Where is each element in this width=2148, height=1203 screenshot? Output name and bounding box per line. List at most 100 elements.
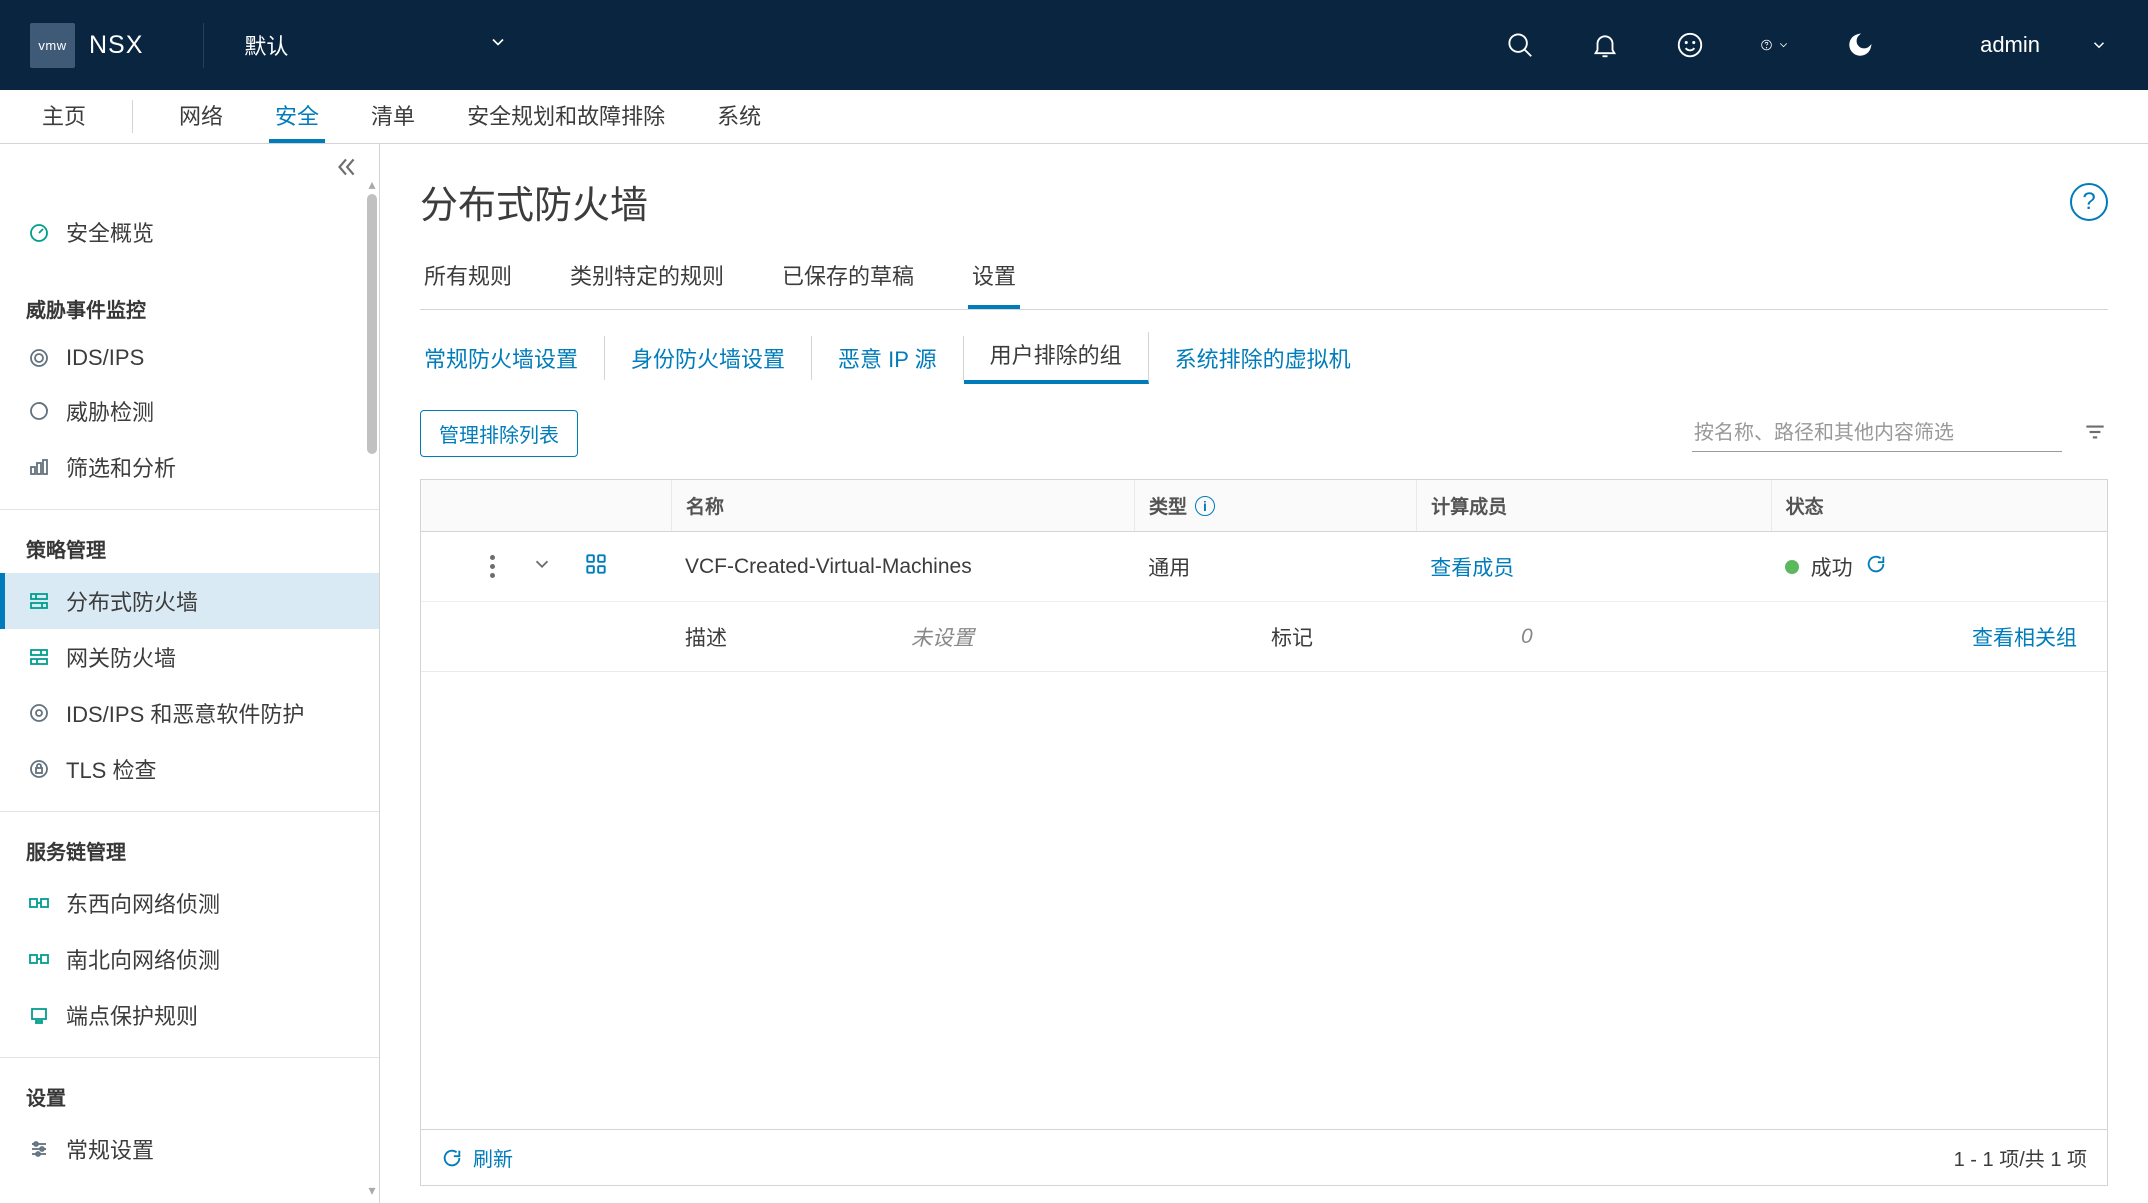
- subtab-id-fw[interactable]: 身份防火墙设置: [605, 336, 812, 380]
- sidebar: ▴ ▾ 安全概览 威胁事件监控 IDS/IPS 威胁检测 筛选和分析: [0, 144, 380, 1203]
- header-actions: admin: [1505, 30, 2108, 60]
- moon-icon[interactable]: [1845, 30, 1875, 60]
- chevron-down-icon: [488, 32, 508, 58]
- subtab-malicious-ip[interactable]: 恶意 IP 源: [812, 336, 964, 380]
- firewall-icon: [26, 588, 52, 614]
- nav-system[interactable]: 系统: [711, 90, 767, 143]
- filter-input[interactable]: [1692, 416, 2062, 452]
- nav-network[interactable]: 网络: [173, 90, 229, 143]
- sidebar-ids-ips[interactable]: IDS/IPS: [0, 333, 379, 383]
- sidebar-heading-threat: 威胁事件监控: [0, 284, 379, 333]
- main-content: 分布式防火墙 ? 所有规则 类别特定的规则 已保存的草稿 设置 常规防火墙设置 …: [380, 144, 2148, 1203]
- analytics-icon: [26, 454, 52, 480]
- endpoint-icon: [26, 1002, 52, 1028]
- sidebar-item-label: 常规设置: [66, 1133, 154, 1165]
- sidebar-endpoint-protect[interactable]: 端点保护规则: [0, 987, 379, 1043]
- row-menu-icon[interactable]: [484, 549, 501, 584]
- detail-desc-label: 描述: [671, 622, 911, 652]
- cell-name: VCF-Created-Virtual-Machines: [671, 555, 1134, 579]
- th-members[interactable]: 计算成员: [1416, 480, 1770, 531]
- sidebar-item-label: 网关防火墙: [66, 641, 176, 673]
- sidebar-general-settings[interactable]: 常规设置: [0, 1121, 379, 1177]
- sidebar-ns-scout[interactable]: 南北向网络侦测: [0, 931, 379, 987]
- vmw-logo: vmw: [30, 23, 75, 68]
- scroll-up-arrow[interactable]: ▴: [367, 176, 377, 193]
- th-status[interactable]: 状态: [1771, 480, 2107, 531]
- sidebar-item-label: IDS/IPS 和恶意软件防护: [66, 697, 304, 729]
- page-title: 分布式防火墙: [420, 174, 648, 229]
- scroll-down-arrow[interactable]: ▾: [367, 1182, 377, 1199]
- sidebar-tls-inspect[interactable]: TLS 检查: [0, 741, 379, 797]
- tab-cat-rules[interactable]: 类别特定的规则: [566, 251, 728, 309]
- product-name: NSX: [89, 31, 143, 60]
- main-nav: 主页 网络 安全 清单 安全规划和故障排除 系统: [0, 90, 2148, 144]
- tenant-selector[interactable]: 默认: [244, 29, 508, 61]
- detail-desc-value: 未设置: [911, 622, 1271, 652]
- view-related-link[interactable]: 查看相关组: [1972, 622, 2107, 652]
- status-refresh-icon[interactable]: [1865, 553, 1887, 581]
- divider: [0, 811, 379, 812]
- divider: [132, 100, 133, 133]
- manage-exclusion-button[interactable]: 管理排除列表: [420, 410, 578, 457]
- bell-icon[interactable]: [1590, 30, 1620, 60]
- search-icon[interactable]: [1505, 30, 1535, 60]
- refresh-table-button[interactable]: 刷新: [441, 1143, 513, 1172]
- cell-type: 通用: [1134, 552, 1416, 582]
- sidebar-ew-scout[interactable]: 东西向网络侦测: [0, 875, 379, 931]
- user-name: admin: [1980, 32, 2040, 58]
- sidebar-item-label: 端点保护规则: [66, 999, 198, 1031]
- subtab-system-excluded[interactable]: 系统排除的虚拟机: [1149, 336, 1377, 380]
- sidebar-dist-firewall[interactable]: 分布式防火墙: [0, 573, 379, 629]
- page-help-icon[interactable]: ?: [2070, 183, 2108, 221]
- ns-traffic-icon: [26, 946, 52, 972]
- tab-settings[interactable]: 设置: [968, 251, 1020, 309]
- table-header: 名称 类型 i 计算成员 状态: [421, 480, 2107, 532]
- exclusion-table: 名称 类型 i 计算成员 状态 VCF-Created-Virtual-Mach…: [420, 479, 2108, 1186]
- sidebar-item-label: 威胁检测: [66, 395, 154, 427]
- gauge-icon: [26, 219, 52, 245]
- filter-icon[interactable]: [2082, 419, 2108, 448]
- paging-label: 1 - 1 项/共 1 项: [1954, 1143, 2087, 1172]
- detail-tag-label: 标记: [1271, 622, 1521, 652]
- nav-planning[interactable]: 安全规划和故障排除: [461, 90, 671, 143]
- collapse-sidebar-icon[interactable]: [333, 154, 359, 187]
- sidebar-gw-firewall[interactable]: 网关防火墙: [0, 629, 379, 685]
- th-type[interactable]: 类型 i: [1134, 480, 1416, 531]
- sidebar-filter-analyze[interactable]: 筛选和分析: [0, 439, 379, 495]
- help-icon[interactable]: [1760, 30, 1790, 60]
- sidebar-scrollbar-thumb[interactable]: [367, 194, 377, 454]
- subtab-general-fw[interactable]: 常规防火墙设置: [420, 336, 605, 380]
- info-icon[interactable]: i: [1195, 496, 1215, 516]
- nav-security[interactable]: 安全: [269, 90, 325, 143]
- tab-all-rules[interactable]: 所有规则: [420, 251, 516, 309]
- subtab-user-excluded[interactable]: 用户排除的组: [964, 332, 1149, 384]
- divider: [203, 23, 204, 68]
- refresh-label: 刷新: [473, 1143, 513, 1172]
- cell-members-link[interactable]: 查看成员: [1416, 552, 1770, 582]
- smile-icon[interactable]: [1675, 30, 1705, 60]
- user-menu[interactable]: admin: [1980, 32, 2108, 58]
- ew-traffic-icon: [26, 890, 52, 916]
- sidebar-item-label: TLS 检查: [66, 753, 156, 785]
- sidebar-ids-malware[interactable]: IDS/IPS 和恶意软件防护: [0, 685, 379, 741]
- detail-tag-value: 0: [1521, 625, 1801, 649]
- th-name[interactable]: 名称: [671, 480, 1134, 531]
- expand-row-icon[interactable]: [531, 553, 553, 581]
- sidebar-item-label: 安全概览: [66, 216, 154, 248]
- table-body: VCF-Created-Virtual-Machines 通用 查看成员 成功 …: [421, 532, 2107, 1129]
- sidebar-item-label: 南北向网络侦测: [66, 943, 220, 975]
- sidebar-item-label: 东西向网络侦测: [66, 887, 220, 919]
- sidebar-heading-chain: 服务链管理: [0, 826, 379, 875]
- sidebar-threat-detect[interactable]: 威胁检测: [0, 383, 379, 439]
- view-grid-icon[interactable]: [583, 551, 609, 583]
- sub-tabs: 常规防火墙设置 身份防火墙设置 恶意 IP 源 用户排除的组 系统排除的虚拟机: [420, 332, 2108, 384]
- body-layout: ▴ ▾ 安全概览 威胁事件监控 IDS/IPS 威胁检测 筛选和分析: [0, 144, 2148, 1203]
- nav-home[interactable]: 主页: [36, 90, 92, 143]
- top-header: vmw NSX 默认 admin: [0, 0, 2148, 90]
- radar-icon: [26, 398, 52, 424]
- tab-drafts[interactable]: 已保存的草稿: [778, 251, 918, 309]
- nav-inventory[interactable]: 清单: [365, 90, 421, 143]
- table-detail-row: 描述 未设置 标记 0 查看相关组: [421, 602, 2107, 672]
- sidebar-overview[interactable]: 安全概览: [0, 204, 379, 260]
- divider: [0, 509, 379, 510]
